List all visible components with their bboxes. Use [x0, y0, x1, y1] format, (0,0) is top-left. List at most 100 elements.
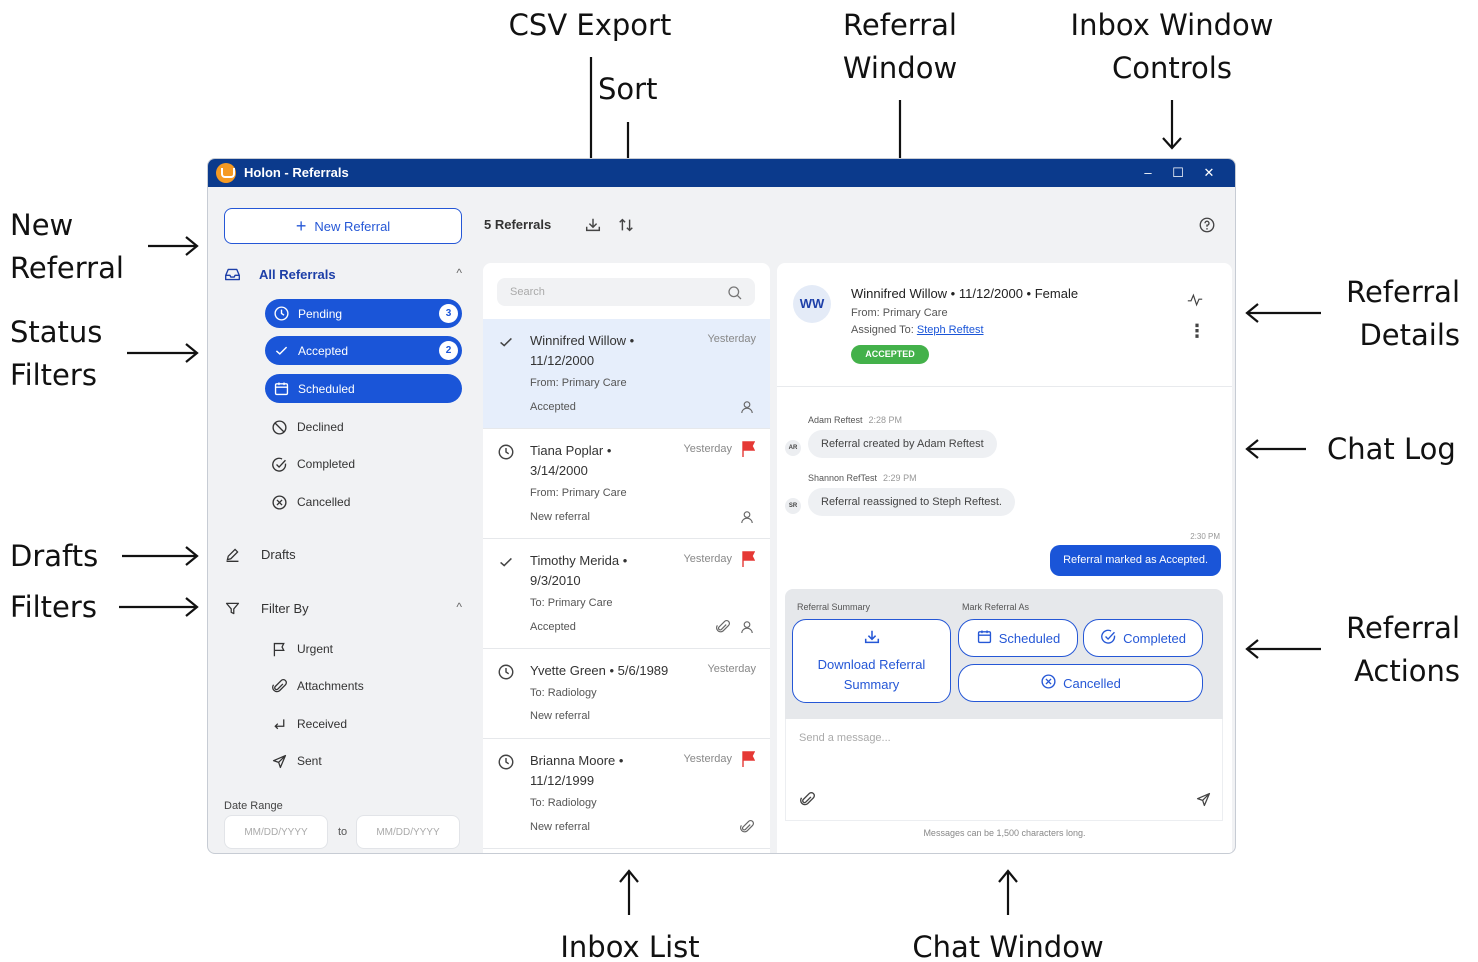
sort-icon[interactable]	[617, 216, 635, 234]
app-logo	[216, 163, 236, 183]
count-badge: 2	[439, 341, 458, 360]
chat-author: Shannon RefTest	[808, 473, 878, 483]
minimize-button[interactable]: –	[1135, 163, 1161, 183]
list-item[interactable]: Brianna Moore • 11/12/1999 Yesterday To:…	[483, 739, 770, 849]
filter-attachments[interactable]: Attachments	[271, 675, 364, 697]
download-icon	[863, 628, 881, 652]
paperclip-icon	[739, 819, 755, 835]
chat-time: 2:30 PM	[1190, 532, 1220, 541]
check-icon	[497, 553, 515, 571]
mark-cancelled-button[interactable]: Cancelled	[958, 664, 1203, 702]
pencil-icon	[224, 546, 241, 563]
item-origin: From: Primary Care	[530, 377, 627, 389]
status-filter-label: Declined	[297, 420, 344, 434]
clock-icon	[497, 753, 515, 771]
patient-name: Brianna Moore • 11/12/1999	[530, 753, 624, 788]
app-title: Holon - Referrals	[244, 165, 349, 180]
date-to-input[interactable]: MM/DD/YYYY	[356, 815, 460, 849]
chat-bubble-own: Referral marked as Accepted.	[1050, 545, 1221, 576]
list-item[interactable]: Winnifred Willow • 11/12/2000 Yesterday …	[483, 319, 770, 429]
new-referral-label: New Referral	[314, 218, 391, 234]
patient-name: Timothy Merida • 9/3/2010	[530, 553, 628, 588]
app-window: Holon - Referrals – ☐ ✕ + New Referral A…	[207, 158, 1236, 854]
item-origin: From: Primary Care	[530, 487, 627, 499]
ban-icon	[271, 419, 288, 436]
referral-title: Winnifred Willow • 11/12/2000 • Female	[851, 286, 1079, 301]
check-icon	[497, 333, 515, 351]
completed-label: Completed	[1123, 630, 1186, 646]
assignee-link[interactable]: Steph Reftest	[917, 324, 984, 336]
search-input[interactable]: Search	[497, 278, 755, 306]
referral-actions: Referral Summary Mark Referral As Downlo…	[785, 589, 1223, 719]
assigned-to: Assigned To: Steph Reftest	[851, 324, 984, 336]
chevron-up-icon: ^	[456, 600, 462, 614]
date-from-input[interactable]: MM/DD/YYYY	[224, 815, 328, 849]
urgent-flag-icon	[741, 751, 756, 767]
inbox-icon	[224, 266, 241, 283]
mark-as-label: Mark Referral As	[962, 602, 1030, 612]
status-filter-cancelled[interactable]: Cancelled	[271, 491, 350, 513]
clock-icon	[273, 305, 290, 322]
mark-completed-button[interactable]: Completed	[1083, 619, 1203, 657]
list-item[interactable]: Yvette Green • 5/6/1989 Yesterday To: Ra…	[483, 649, 770, 739]
referral-from: From: Primary Care	[851, 307, 948, 319]
item-state: New referral	[530, 821, 590, 833]
flag-icon	[271, 641, 288, 658]
list-item[interactable]: Tiana Poplar • 3/14/2000 Yesterday From:…	[483, 429, 770, 539]
item-time: Yesterday	[683, 753, 732, 765]
patient-name: Winnifred Willow • 11/12/2000	[530, 333, 635, 368]
filter-label: Urgent	[297, 642, 334, 656]
search-icon	[727, 284, 743, 300]
send-icon[interactable]	[1195, 791, 1212, 808]
attach-icon[interactable]	[799, 791, 816, 808]
csv-export-icon[interactable]	[584, 216, 602, 234]
filter-urgent[interactable]: Urgent	[271, 638, 333, 660]
clock-icon	[497, 443, 515, 461]
mark-scheduled-button[interactable]: Scheduled	[958, 619, 1078, 657]
filter-by-label: Filter By	[261, 600, 309, 616]
cancelled-label: Cancelled	[1063, 675, 1121, 691]
plus-icon: +	[295, 216, 307, 236]
status-filter-label: Pending	[298, 306, 343, 321]
urgent-flag-icon	[741, 551, 756, 567]
status-filter-label: Scheduled	[298, 381, 355, 396]
help-icon[interactable]	[1198, 216, 1216, 234]
filter-by-toggle[interactable]: Filter By ^	[224, 597, 464, 619]
new-referral-button[interactable]: + New Referral	[224, 208, 462, 244]
paperclip-icon	[715, 619, 731, 635]
check-icon	[273, 342, 290, 359]
download-summary-button[interactable]: Download Referral Summary	[792, 619, 951, 703]
message-composer[interactable]: Send a message...	[785, 719, 1223, 821]
close-button[interactable]: ✕	[1196, 163, 1222, 183]
filter-received[interactable]: Received	[271, 713, 347, 735]
status-filter-scheduled[interactable]: Scheduled	[265, 374, 462, 403]
status-filter-pending[interactable]: Pending 3	[265, 299, 462, 328]
all-referrals-toggle[interactable]: All Referrals ^	[224, 263, 464, 285]
paperclip-icon	[271, 678, 288, 695]
filter-sent[interactable]: Sent	[271, 750, 322, 772]
activity-icon[interactable]	[1187, 292, 1203, 308]
status-filter-completed[interactable]: Completed	[271, 453, 355, 475]
status-filter-label: Completed	[297, 457, 356, 471]
summary-label: Referral Summary	[797, 602, 871, 612]
title-bar: Holon - Referrals – ☐ ✕	[208, 159, 1235, 187]
list-item[interactable]: Timothy Merida • 9/3/2010 Yesterday To: …	[483, 539, 770, 649]
status-filter-declined[interactable]: Declined	[271, 416, 344, 438]
user-icon	[739, 399, 755, 415]
sidebar: + New Referral All Referrals ^ Pending 3…	[208, 187, 474, 853]
inbox-list: Search Winnifred Willow • 11/12/2000 Yes…	[483, 263, 770, 853]
message-placeholder: Send a message...	[799, 732, 891, 744]
more-options-icon[interactable]: ⋮	[1188, 322, 1206, 340]
status-filter-label: Cancelled	[297, 495, 351, 509]
calendar-icon	[273, 380, 290, 397]
drafts-item[interactable]: Drafts	[224, 543, 296, 565]
status-filter-accepted[interactable]: Accepted 2	[265, 336, 462, 365]
maximize-button[interactable]: ☐	[1165, 163, 1191, 183]
chat-time: 2:28 PM	[868, 415, 903, 425]
send-icon	[271, 753, 288, 770]
date-range-label: Date Range	[224, 800, 283, 812]
chat-author: Adam Reftest	[808, 415, 863, 425]
divider	[777, 386, 1232, 387]
user-icon	[739, 509, 755, 525]
status-badge: ACCEPTED	[851, 345, 929, 364]
